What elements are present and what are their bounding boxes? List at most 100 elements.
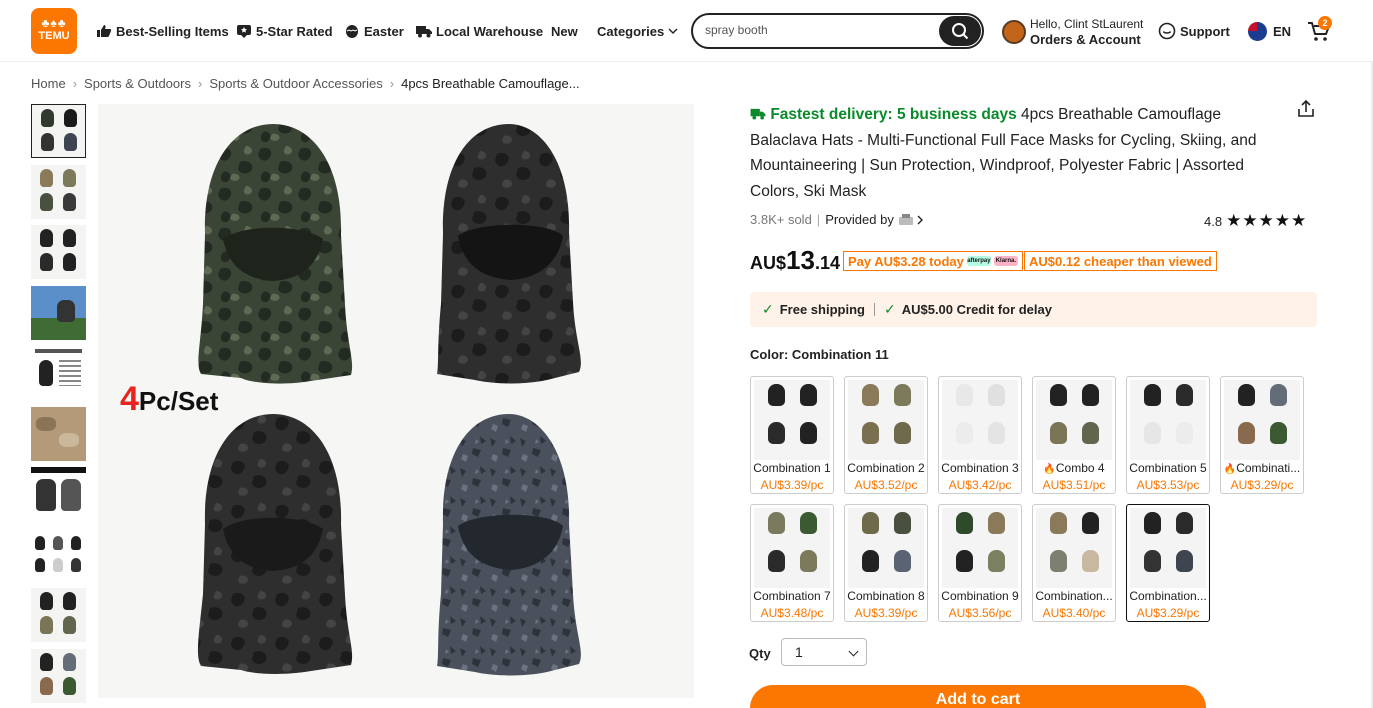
variant-image	[942, 508, 1018, 588]
support-label: Support	[1180, 23, 1230, 39]
mask-thumbnail	[1144, 384, 1161, 406]
variant-name-text: Combination 9	[941, 589, 1019, 603]
nav-5-star-rated[interactable]: 5-Star Rated	[236, 22, 333, 40]
variant-name-text: Combination 2	[847, 461, 925, 475]
mask-thumbnail	[956, 512, 973, 534]
shipping-banner[interactable]: ✓ Free shipping ✓ AU$5.00 Credit for del…	[750, 292, 1317, 327]
variant-image	[754, 508, 830, 588]
mask-thumbnail	[988, 422, 1005, 444]
sold-count: 3.8K+ sold	[750, 212, 812, 227]
variant-option[interactable]: Combination 1 AU$3.39/pc	[750, 376, 834, 494]
mask-thumbnail	[862, 550, 879, 572]
search-icon	[952, 23, 969, 40]
breadcrumb-sports-outdoors[interactable]: Sports & Outdoors	[84, 76, 191, 91]
variant-name: 🔥Combinati...	[1223, 461, 1301, 475]
easter-egg-icon	[346, 25, 358, 38]
thumbnail[interactable]	[31, 346, 86, 400]
thumbnail[interactable]	[31, 588, 86, 642]
nav-categories[interactable]: Categories	[597, 22, 678, 40]
variant-option[interactable]: Combination 3 AU$3.42/pc	[938, 376, 1022, 494]
mask-thumbnail	[1050, 384, 1067, 406]
variant-option[interactable]: Combination 2 AU$3.52/pc	[844, 376, 928, 494]
thumbnail[interactable]	[31, 225, 86, 279]
mask-thumbnail	[956, 550, 973, 572]
pay-today-text: Pay AU$3.28 today	[848, 253, 964, 269]
breadcrumb-separator: ›	[72, 76, 78, 91]
variant-name-text: Combo 4	[1055, 461, 1105, 475]
thumbnail[interactable]	[31, 467, 86, 521]
variant-option[interactable]: Combination... AU$3.29/pc	[1126, 504, 1210, 622]
product-title: Fastest delivery: 5 business days 4pcs B…	[750, 102, 1270, 205]
mask-thumbnail	[1050, 422, 1067, 444]
avatar	[1002, 20, 1026, 44]
thumbs-up-icon	[97, 25, 112, 37]
search-bar	[691, 13, 984, 49]
chevron-right-icon[interactable]	[916, 215, 924, 225]
thumbnail[interactable]	[31, 164, 86, 219]
variant-image	[1130, 508, 1206, 588]
chevron-down-icon	[848, 646, 859, 657]
add-to-cart-button[interactable]: Add to cart	[750, 685, 1206, 708]
credit-delay-text: AU$5.00 Credit for delay	[901, 302, 1052, 317]
mask-thumbnail	[800, 550, 817, 572]
thumbnail[interactable]	[31, 104, 86, 158]
main-product-image[interactable]: 4Pc/Set	[98, 104, 694, 698]
variant-price: AU$3.39/pc	[854, 606, 918, 620]
thumbnail[interactable]	[31, 527, 86, 582]
delivery-truck-icon	[750, 108, 766, 120]
fire-icon: 🔥	[1043, 464, 1056, 475]
variant-option[interactable]: Combination 5 AU$3.53/pc	[1126, 376, 1210, 494]
qty-select[interactable]: 1	[781, 638, 867, 666]
mask-thumbnail	[768, 512, 785, 534]
variant-name: Combination 7	[753, 589, 831, 603]
variant-image	[848, 508, 924, 588]
support-link[interactable]: Support	[1158, 22, 1230, 40]
thumbnail[interactable]	[31, 406, 86, 461]
nav-best-selling[interactable]: Best-Selling Items	[96, 22, 229, 40]
price-currency: AU$	[750, 253, 787, 273]
breadcrumb-current: 4pcs Breathable Camouflage...	[401, 76, 580, 91]
variant-price: AU$3.48/pc	[760, 606, 824, 620]
variant-option[interactable]: 🔥Combo 4 AU$3.51/pc	[1032, 376, 1116, 494]
variant-option[interactable]: Combination 8 AU$3.39/pc	[844, 504, 928, 622]
pc-set-number: 4	[120, 380, 139, 418]
variant-option[interactable]: Combination 9 AU$3.56/pc	[938, 504, 1022, 622]
color-label-prefix: Color:	[750, 347, 789, 362]
seller-logo-icon[interactable]	[898, 213, 914, 226]
nav-local-warehouse[interactable]: Local Warehouse	[416, 22, 543, 40]
rating-stars-icon: ★★★★★	[1226, 211, 1308, 230]
variant-option[interactable]: Combination... AU$3.40/pc	[1032, 504, 1116, 622]
cheaper-than-viewed-tag: AU$0.12 cheaper than viewed	[1024, 251, 1217, 271]
support-chat-icon	[1158, 22, 1176, 40]
nav-new[interactable]: New	[551, 22, 578, 40]
breadcrumb-separator: ›	[197, 76, 203, 91]
search-input[interactable]	[705, 23, 935, 37]
variant-option[interactable]: 🔥Combinati... AU$3.29/pc	[1220, 376, 1304, 494]
mask-thumbnail	[1082, 550, 1099, 572]
variant-image	[1036, 508, 1112, 588]
language-label: EN	[1273, 24, 1292, 39]
share-icon[interactable]	[1296, 99, 1316, 119]
variant-option[interactable]: Combination 7 AU$3.48/pc	[750, 504, 834, 622]
variant-price: AU$3.56/pc	[948, 606, 1012, 620]
australia-flag-icon	[1248, 22, 1267, 41]
product-rating[interactable]: 4.8 ★★★★★	[1204, 211, 1307, 231]
mask-thumbnail	[1176, 384, 1193, 406]
variant-image	[848, 380, 924, 460]
search-button[interactable]	[939, 16, 981, 46]
account-menu[interactable]: Hello, Clint StLaurent Orders & Account	[1002, 16, 1143, 48]
nav-label: Best-Selling Items	[116, 23, 229, 39]
mask-thumbnail	[862, 512, 879, 534]
variant-price: AU$3.39/pc	[760, 478, 824, 492]
breadcrumb-accessories[interactable]: Sports & Outdoor Accessories	[209, 76, 382, 91]
temu-logo[interactable]: ♣♠♣ TEMU	[31, 8, 77, 54]
mask-thumbnail	[800, 512, 817, 534]
language-selector[interactable]: EN	[1248, 22, 1291, 41]
breadcrumb-home[interactable]: Home	[31, 76, 66, 91]
variant-price: AU$3.51/pc	[1042, 478, 1106, 492]
thumbnail[interactable]	[31, 648, 86, 703]
thumbnail[interactable]	[31, 285, 86, 340]
variant-name: Combination 5	[1129, 461, 1207, 475]
nav-easter[interactable]: Easter	[344, 22, 404, 40]
pay-today-tag[interactable]: Pay AU$3.28 today afterpay Klarna.	[843, 251, 1023, 271]
